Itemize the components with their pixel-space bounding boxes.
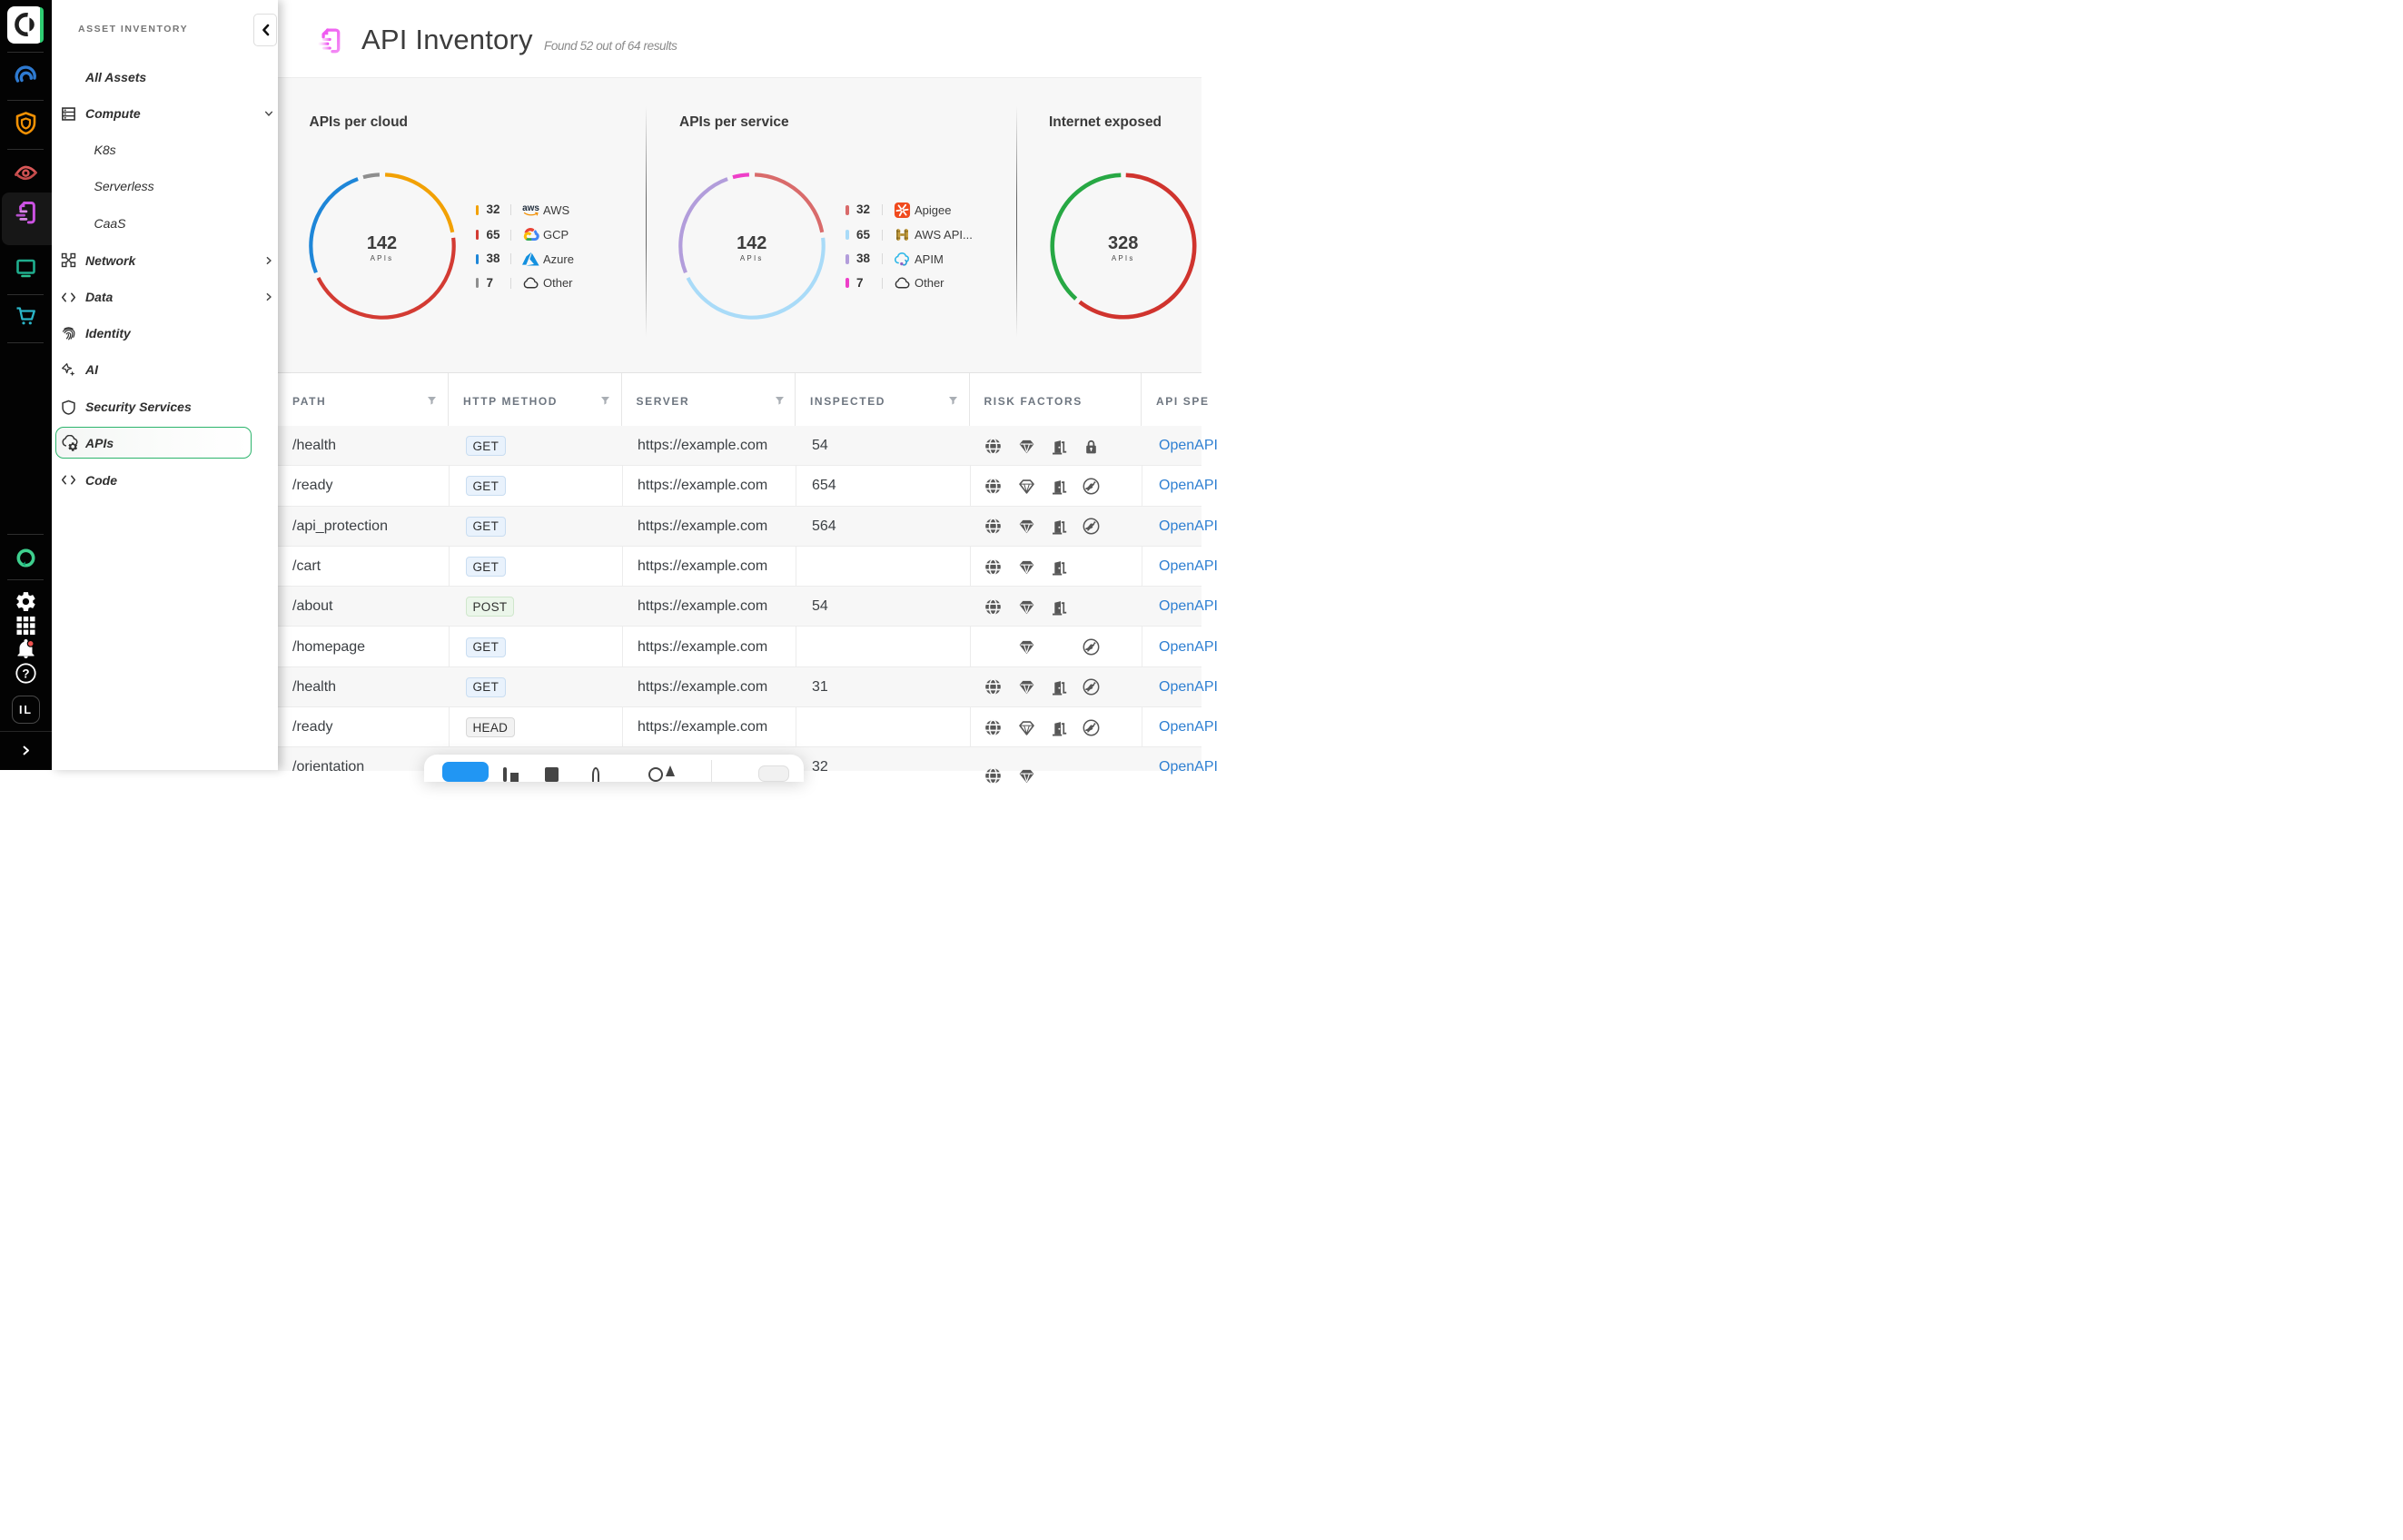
- svg-text:aws: aws: [522, 202, 539, 212]
- svg-text:?: ?: [22, 666, 29, 680]
